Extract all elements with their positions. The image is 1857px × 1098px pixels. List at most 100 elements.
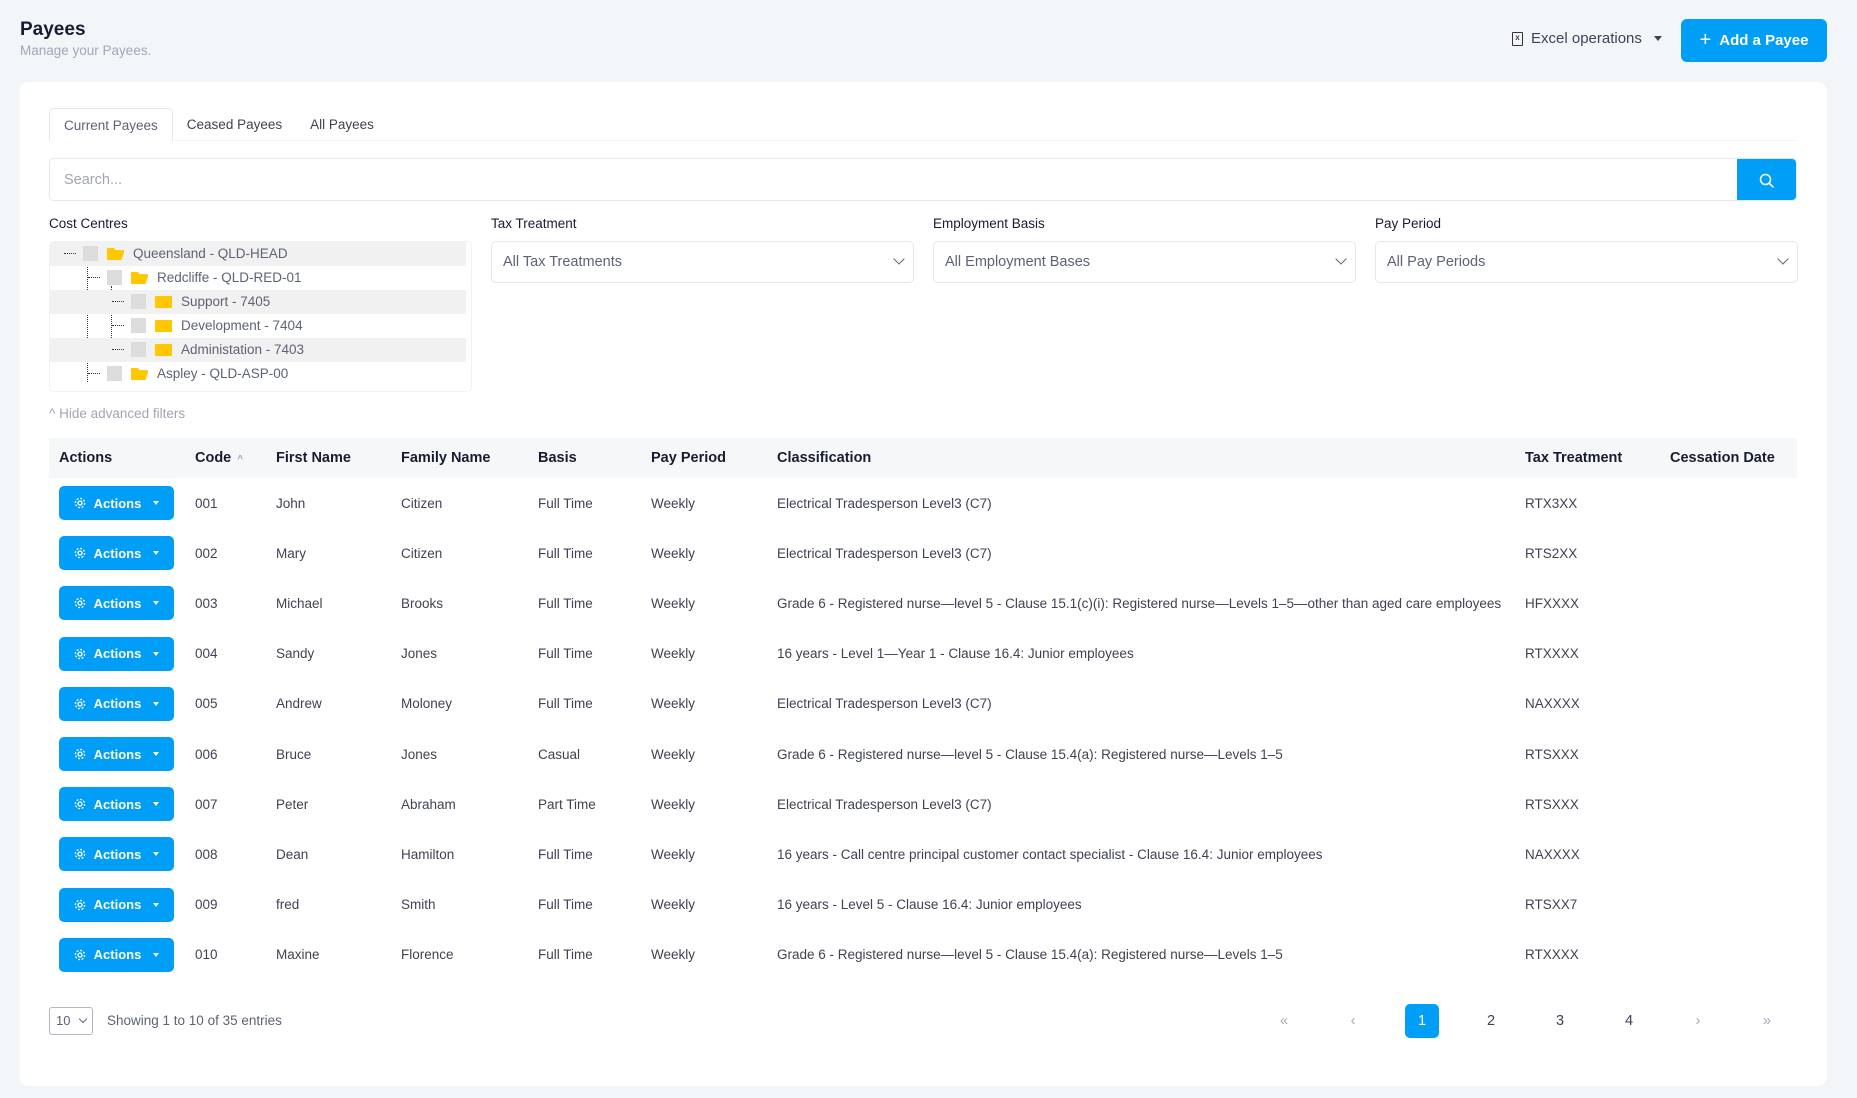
folder-open-icon [131,368,148,380]
tree-node[interactable]: Development - 7404 [50,314,466,338]
family-name-cell: Hamilton [401,846,455,862]
header-classification[interactable]: Classification [777,438,1525,478]
gear-icon [74,899,85,910]
employment-basis-label: Employment Basis [933,216,1045,231]
tree-node[interactable]: Administation - 7403 [50,338,466,362]
pay-period-cell: Weekly [651,495,696,511]
header-family-name[interactable]: Family Name [401,438,538,478]
code-cell: 005 [195,696,218,712]
tab-all-payees[interactable]: All Payees [296,108,388,141]
caret-down-icon [153,902,160,907]
row-actions-button[interactable]: Actions [59,486,174,521]
page-3-button[interactable]: 3 [1543,1004,1577,1038]
tree-checkbox[interactable] [107,270,122,285]
chevron-down-icon [1777,253,1789,265]
tree-node[interactable]: Queensland - QLD-HEAD [50,242,466,266]
tree-node-label: Development - 7404 [181,318,303,333]
pay-period-cell: Weekly [651,746,696,762]
gear-icon [74,748,85,760]
row-actions-label: Actions [93,796,142,812]
employment-basis-select[interactable]: All Employment Bases [933,241,1356,283]
row-actions-button[interactable]: Actions [59,686,174,721]
row-actions-button[interactable]: Actions [59,787,174,822]
header-tax-treatment[interactable]: Tax Treatment [1525,438,1670,478]
basis-cell: Full Time [538,947,593,963]
row-actions-label: Actions [93,545,142,561]
pay-period-select[interactable]: All Pay Periods [1375,241,1798,283]
pay-period-cell: Weekly [651,796,696,812]
cost-centres-tree[interactable]: Queensland - QLD-HEAD Redcliffe - QLD-RE… [49,241,472,392]
tax-treatment-cell: HFXXXX [1525,595,1580,611]
tree-checkbox[interactable] [83,246,98,261]
gear-icon [74,949,85,961]
row-actions-button[interactable]: Actions [59,536,174,571]
cessation-date-cell [1670,478,1797,528]
code-cell: 002 [195,545,218,561]
tree-checkbox[interactable] [131,342,146,357]
tree-node[interactable]: Aspley - QLD-ASP-00 [50,362,466,386]
row-actions-button[interactable]: Actions [59,837,174,872]
header-code[interactable]: Code ^ [195,438,276,478]
code-cell: 008 [195,846,218,862]
page-4-button[interactable]: 4 [1612,1004,1646,1038]
folder-open-icon [107,248,124,260]
classification-cell: Grade 6 - Registered nurse—level 5 - Cla… [777,595,1502,611]
pay-period-cell: Weekly [651,646,696,662]
header-first-name[interactable]: First Name [276,438,401,478]
tree-node[interactable]: Support - 7405 [50,290,466,314]
search-input[interactable] [50,159,1740,200]
chevron-up-icon: ^ [49,406,56,421]
caret-down-icon [153,952,160,957]
family-name-cell: Brooks [401,595,444,611]
prev-page-button[interactable]: ‹ [1336,1004,1370,1038]
tax-treatment-select[interactable]: All Tax Treatments [491,241,914,283]
tree-node[interactable]: Redcliffe - QLD-RED-01 [50,266,466,290]
row-actions-button[interactable]: Actions [59,636,174,671]
row-actions-label: Actions [93,746,142,762]
header-basis[interactable]: Basis [538,438,651,478]
code-cell: 001 [195,495,218,511]
row-actions-button[interactable]: Actions [59,586,174,621]
folder-icon [155,320,172,332]
cessation-date-cell [1670,578,1797,628]
tab-ceased-payees[interactable]: Ceased Payees [173,108,296,141]
search-button[interactable] [1737,159,1796,200]
page-size-select[interactable]: 10 [49,1007,93,1035]
table-row: Actions 003 Michael Brooks Full Time Weekly G… [49,578,1797,628]
family-name-cell: Jones [401,646,438,662]
next-page-button[interactable]: › [1681,1004,1715,1038]
page-subtitle: Manage your Payees. [20,43,152,58]
add-payee-button[interactable]: + Add a Payee [1681,19,1827,62]
cessation-date-cell [1670,930,1797,980]
header-cessation-date[interactable]: Cessation Date [1670,438,1797,478]
page-1-button[interactable]: 1 [1405,1004,1439,1038]
cessation-date-cell [1670,729,1797,779]
row-actions-button[interactable]: Actions [59,887,174,922]
actions-cell: Actions [49,779,195,829]
first-page-button[interactable]: « [1267,1004,1301,1038]
cessation-date-cell [1670,528,1797,578]
tax-treatment-cell: RTX3XX [1525,495,1578,511]
tree-checkbox[interactable] [107,366,122,381]
header-pay-period[interactable]: Pay Period [651,438,777,478]
last-page-button[interactable]: » [1750,1004,1784,1038]
actions-cell: Actions [49,679,195,729]
payee-tabs: Current Payees Ceased Payees All Payees [49,108,1797,141]
gear-icon [74,698,85,710]
tree-checkbox[interactable] [131,294,146,309]
row-actions-button[interactable]: Actions [59,937,174,972]
gear-icon [74,648,85,659]
first-name-cell: Dean [276,846,309,862]
table-row: Actions 001 John Citizen Full Time Weekly Ele… [49,478,1797,528]
table-row: Actions 006 Bruce Jones Casual Weekly Grade 6… [49,729,1797,779]
page-2-button[interactable]: 2 [1474,1004,1508,1038]
tab-current-payees[interactable]: Current Payees [49,108,173,141]
excel-operations-dropdown[interactable]: x Excel operations [1512,30,1662,47]
employment-basis-value: All Employment Bases [945,254,1091,270]
tree-checkbox[interactable] [131,318,146,333]
row-actions-button[interactable]: Actions [59,737,174,772]
hide-advanced-filters-link[interactable]: ^ Hide advanced filters [49,406,185,421]
table-row: Actions 008 Dean Hamilton Full Time Weekly 16… [49,829,1797,879]
sort-asc-icon: ^ [237,454,244,465]
pay-period-value: All Pay Periods [1387,254,1486,270]
